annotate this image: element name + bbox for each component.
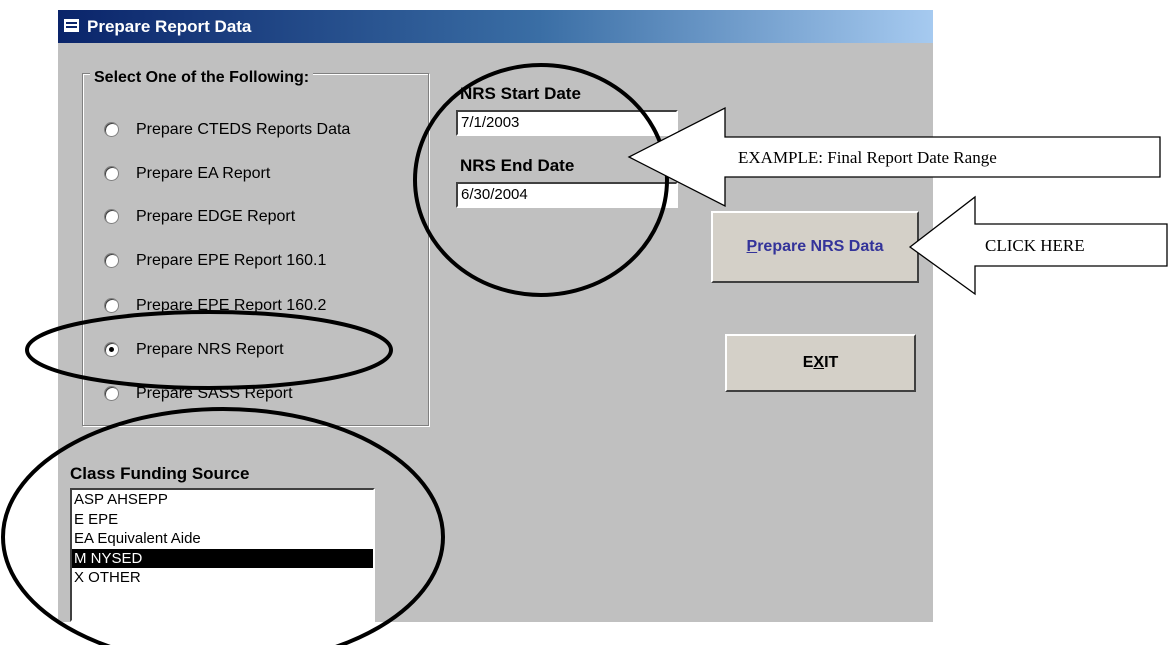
annotation-overlay — [1, 63, 1168, 645]
date-circle — [413, 63, 669, 297]
funding-circle — [1, 407, 445, 645]
click-here-text: CLICK HERE — [985, 236, 1085, 255]
nrs-option-circle — [25, 310, 393, 390]
date-callout-text: EXAMPLE: Final Report Date Range — [738, 148, 997, 167]
